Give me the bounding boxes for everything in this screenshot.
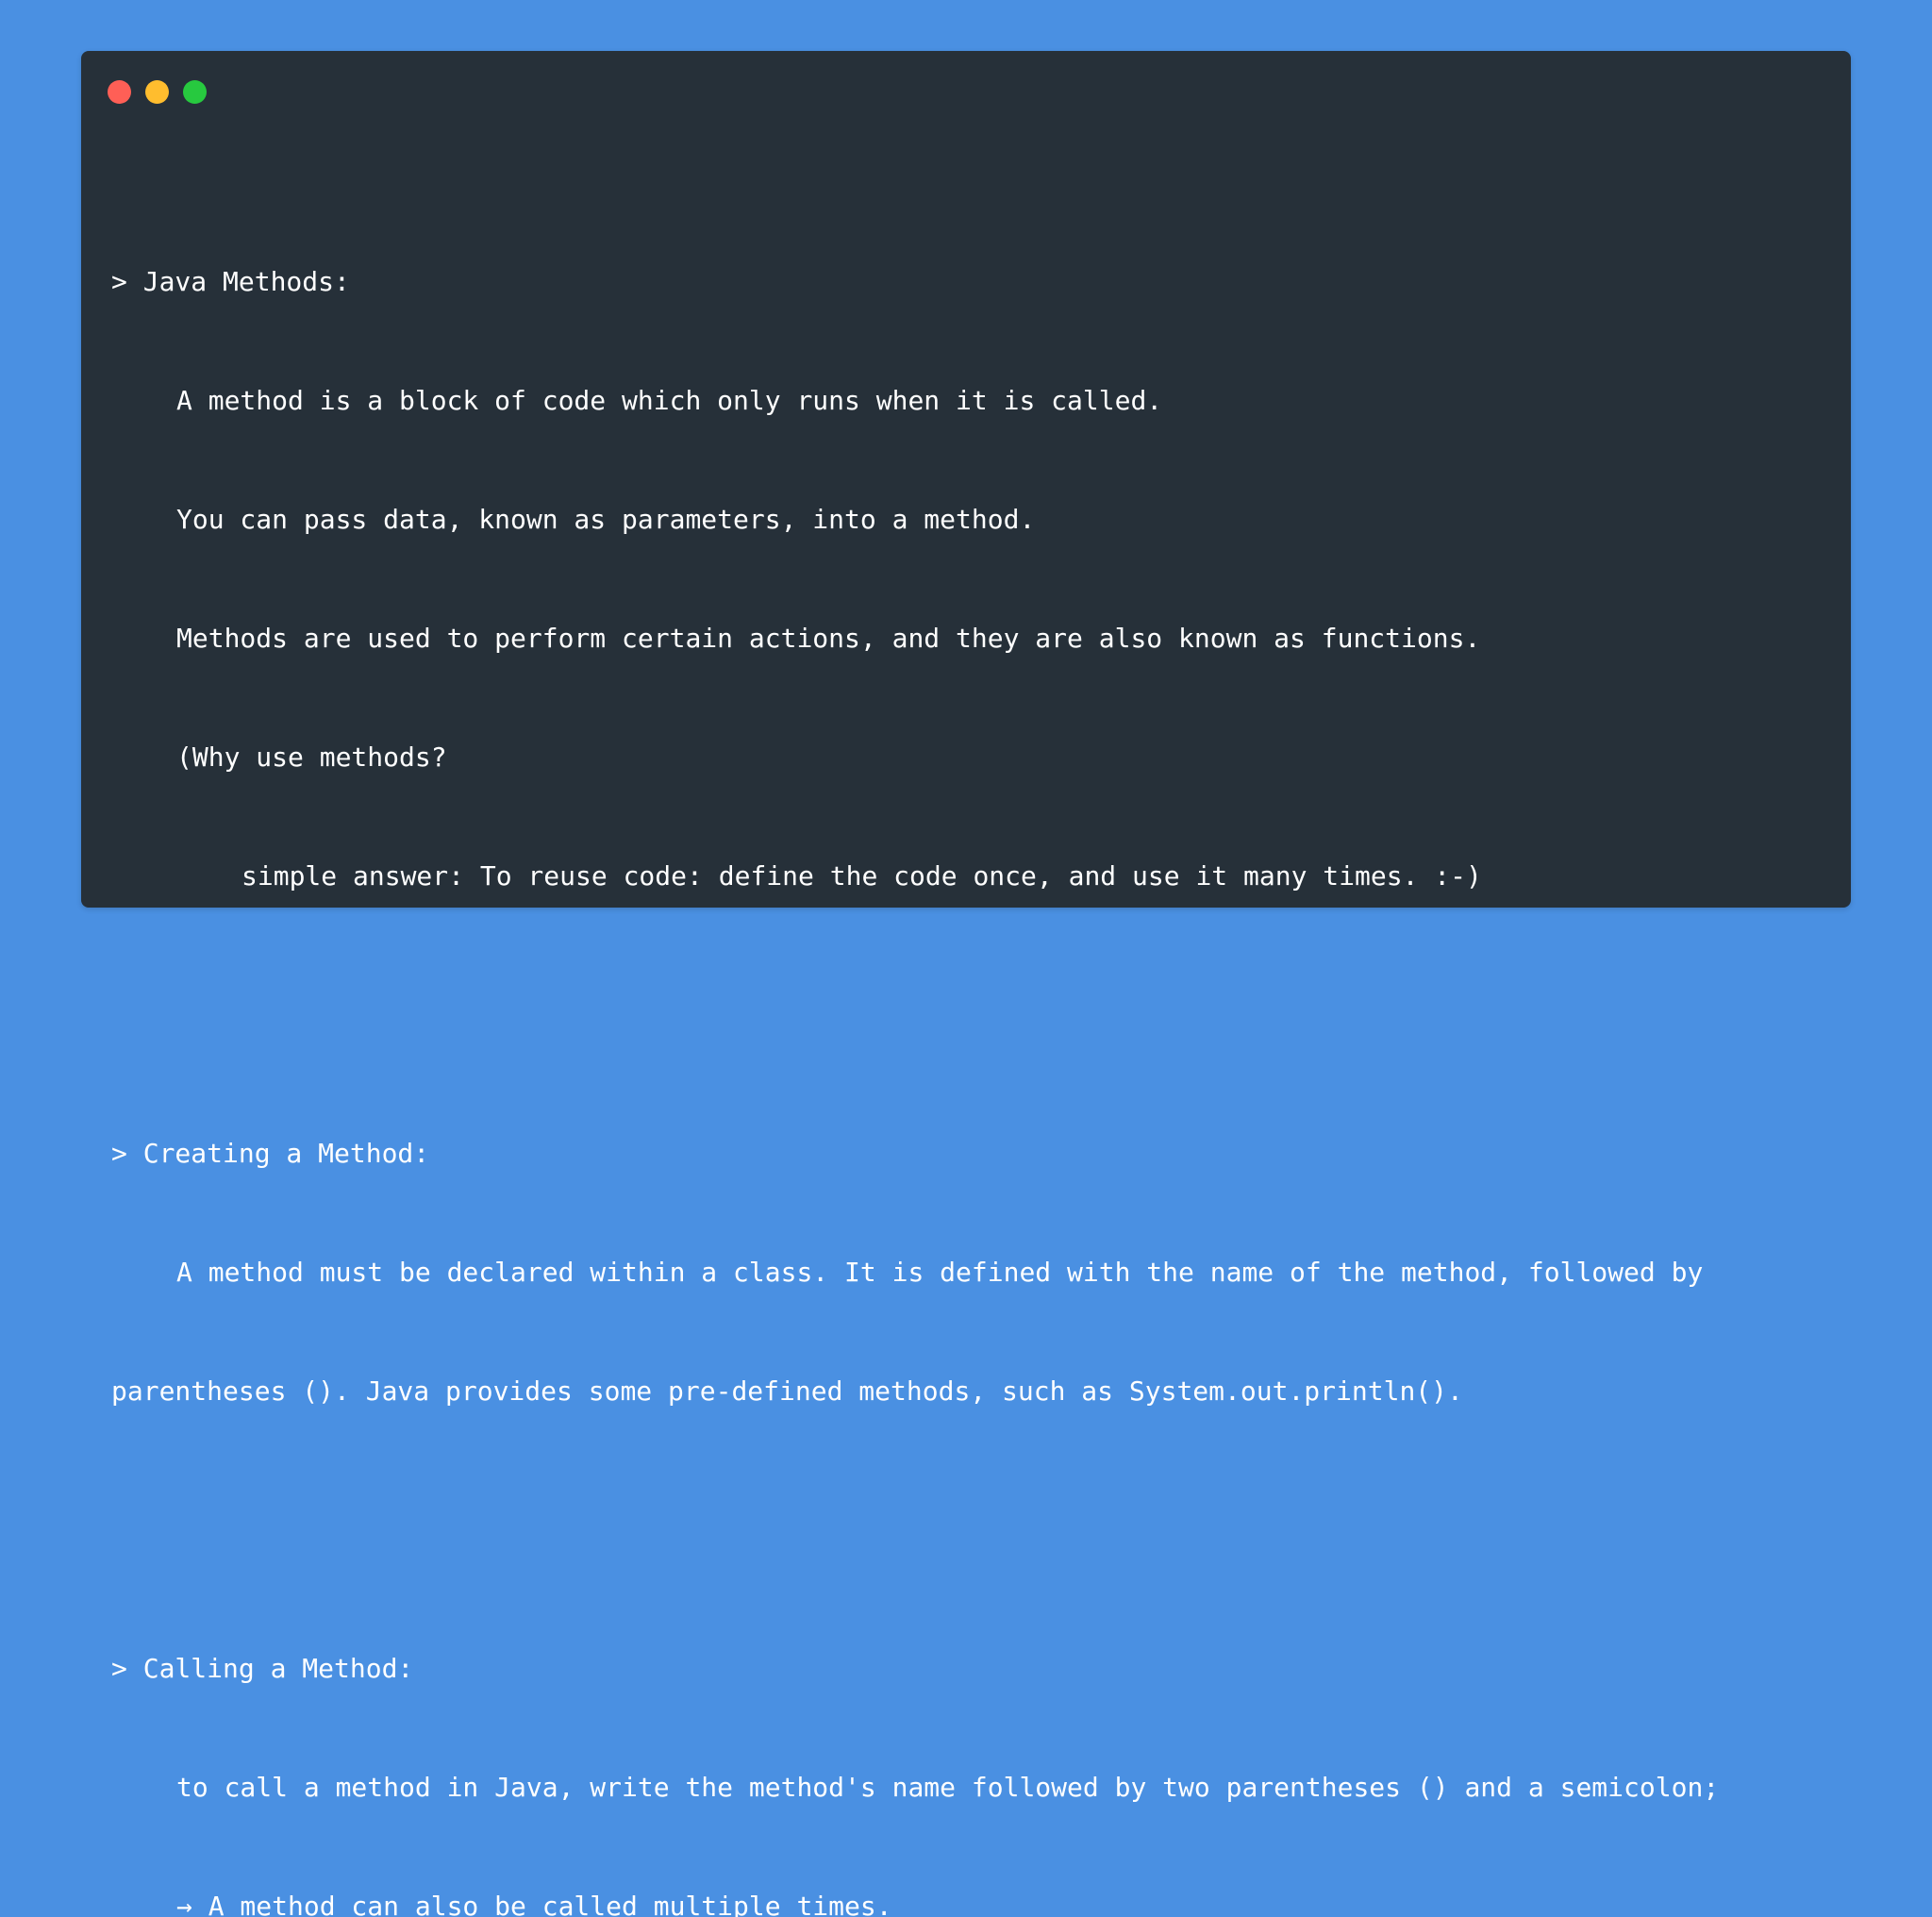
text-line: A method must be declared within a class… bbox=[176, 1257, 1704, 1288]
text-line: You can pass data, known as parameters, … bbox=[176, 504, 1036, 535]
code-content: > Java Methods: A method is a block of c… bbox=[111, 183, 1828, 1917]
text-line: parentheses (). Java provides some pre-d… bbox=[111, 1375, 1463, 1407]
text-line: A method is a block of code which only r… bbox=[176, 385, 1163, 416]
text-line: to call a method in Java, write the meth… bbox=[176, 1772, 1720, 1803]
maximize-dot-icon[interactable] bbox=[183, 80, 207, 104]
section-heading-java-methods: > Java Methods: bbox=[111, 266, 350, 297]
text-line: simple answer: To reuse code: define the… bbox=[242, 860, 1482, 892]
window-controls bbox=[108, 80, 207, 104]
text-line: Methods are used to perform certain acti… bbox=[176, 623, 1481, 654]
minimize-dot-icon[interactable] bbox=[145, 80, 169, 104]
section-heading-creating-method: > Creating a Method: bbox=[111, 1138, 430, 1169]
code-window: > Java Methods: A method is a block of c… bbox=[81, 51, 1851, 1917]
close-dot-icon[interactable] bbox=[108, 80, 131, 104]
text-line: → A method can also be called multiple t… bbox=[176, 1891, 892, 1917]
text-line: (Why use methods? bbox=[176, 742, 447, 773]
section-heading-calling-method: > Calling a Method: bbox=[111, 1653, 414, 1684]
